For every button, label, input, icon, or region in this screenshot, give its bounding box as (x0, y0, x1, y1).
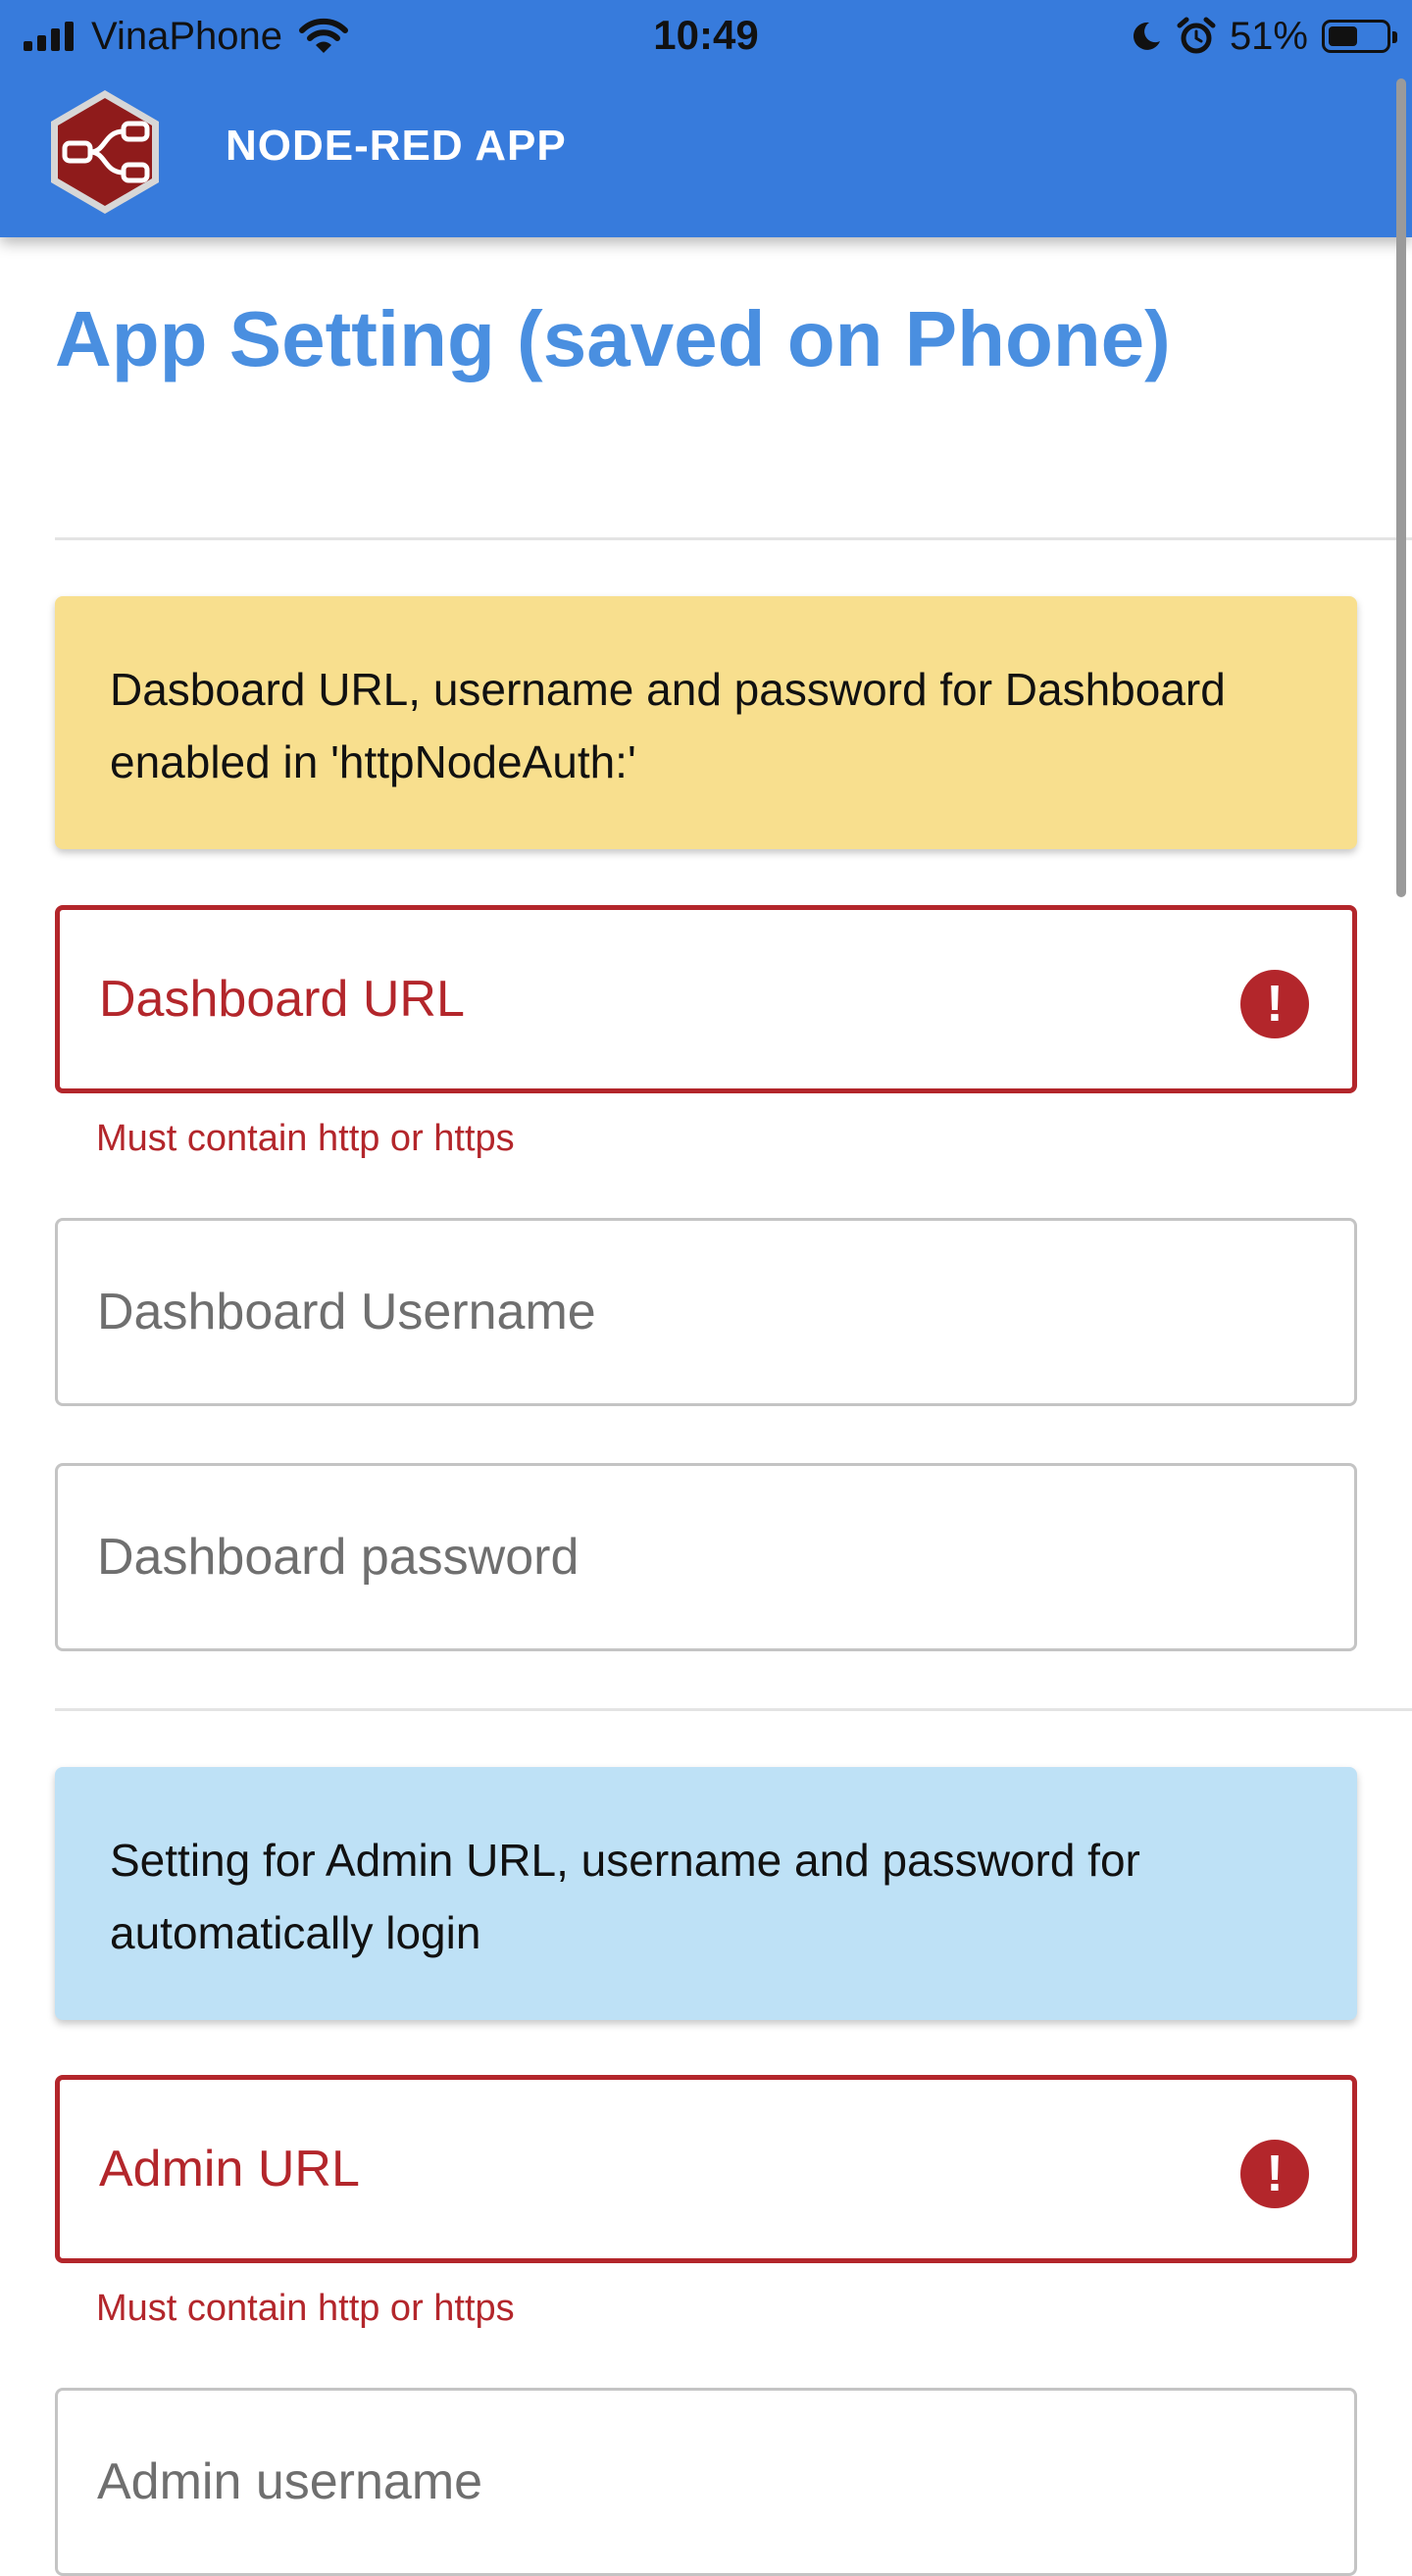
admin-username-input[interactable] (97, 2391, 1225, 2573)
top-bar: VinaPhone 10:49 51% NODE-RED APP (0, 0, 1412, 237)
dashboard-url-input[interactable] (99, 910, 1227, 1088)
dashboard-username-input[interactable] (97, 1221, 1225, 1403)
dashboard-password-field[interactable] (55, 1463, 1357, 1651)
dashboard-username-field[interactable] (55, 1218, 1357, 1406)
admin-url-field[interactable]: ! (55, 2075, 1357, 2263)
dashboard-password-input[interactable] (97, 1466, 1225, 1648)
moon-icon (1133, 22, 1160, 50)
scrollbar[interactable] (1396, 78, 1406, 897)
battery-tip (1392, 31, 1397, 43)
status-right: 51% (1130, 12, 1397, 61)
node-red-logo-icon[interactable] (39, 86, 171, 218)
admin-url-input[interactable] (99, 2080, 1227, 2258)
admin-url-error: Must contain http or https (96, 2288, 515, 2329)
admin-notice: Setting for Admin URL, username and pass… (55, 1767, 1357, 2020)
app-bar: NODE-RED APP (0, 73, 1412, 237)
page-title: App Setting (saved on Phone) (55, 295, 1171, 382)
section-divider (55, 537, 1412, 540)
battery-level (1329, 26, 1357, 46)
dashboard-notice: Dasboard URL, username and password for … (55, 596, 1357, 849)
admin-username-field[interactable] (55, 2388, 1357, 2576)
dashboard-url-field[interactable]: ! (55, 905, 1357, 1093)
dashboard-url-error: Must contain http or https (96, 1118, 515, 1159)
error-icon: ! (1240, 970, 1309, 1038)
section-divider (55, 1708, 1412, 1711)
battery-icon (1322, 20, 1397, 53)
error-icon: ! (1240, 2140, 1309, 2208)
status-bar: VinaPhone 10:49 51% (0, 0, 1412, 73)
battery-percent: 51% (1229, 14, 1308, 58)
app-title: NODE-RED APP (226, 122, 567, 170)
alarm-icon (1177, 17, 1216, 54)
